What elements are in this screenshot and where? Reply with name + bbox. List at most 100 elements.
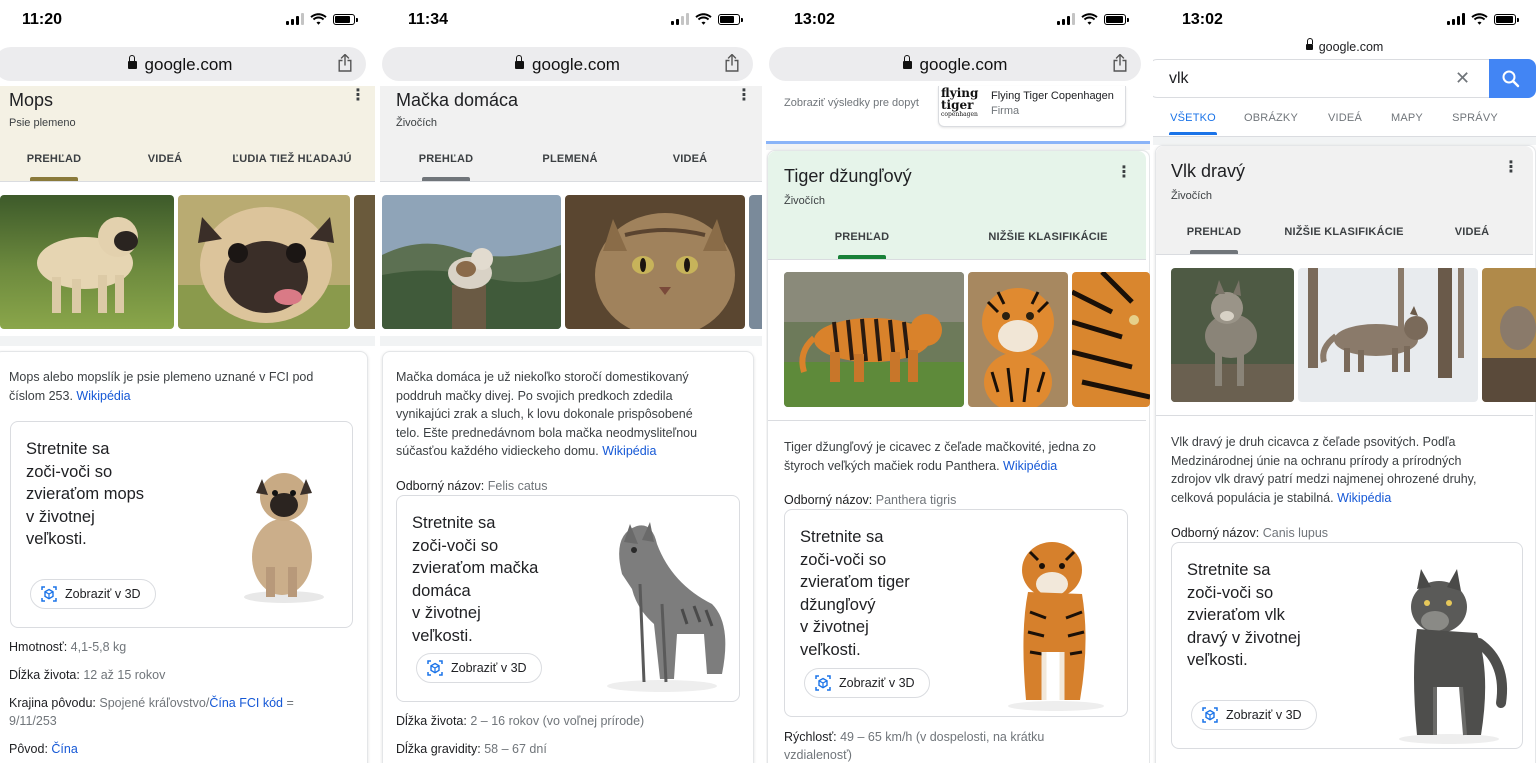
- tab-breeds[interactable]: PLEMENÁ: [530, 153, 610, 165]
- pug-photo-standing[interactable]: [0, 195, 174, 329]
- tiger-photo-walking[interactable]: [784, 272, 964, 407]
- tab-overview[interactable]: PREHĽAD: [826, 231, 898, 243]
- tab-images[interactable]: OBRÁZKY: [1241, 112, 1301, 124]
- meet-in-3d-card[interactable]: Stretnite sa zoči-voči so zvieraťom mačk…: [396, 495, 740, 702]
- tab-videos[interactable]: VIDEÁ: [130, 153, 200, 165]
- wikipedia-link[interactable]: Wikipédia: [602, 444, 656, 458]
- fact-link[interactable]: Čína FCI kód: [209, 696, 283, 710]
- business-name: Flying Tiger Copenhagen: [991, 90, 1114, 102]
- meet-in-3d-card[interactable]: Stretnite sa zoči-voči so zvieraťom mops…: [10, 421, 353, 628]
- fact-label: Odborný názov:: [1171, 526, 1260, 540]
- tab-overview[interactable]: PREHĽAD: [18, 153, 90, 165]
- fact-scientific-name: Odborný názov: Felis catus: [396, 477, 547, 495]
- more-vert-icon[interactable]: ⋮: [1116, 165, 1132, 181]
- wikipedia-link[interactable]: Wikipédia: [1337, 491, 1391, 505]
- signal-icon: [286, 13, 304, 25]
- status-bar: 11:20: [0, 0, 375, 42]
- fact-label: Odborný názov:: [784, 493, 873, 507]
- tab-videos[interactable]: VIDEÁ: [655, 153, 725, 165]
- meet-line: Stretnite sa: [800, 528, 884, 546]
- fact-weight: Hmotnosť: 4,1-5,8 kg: [9, 638, 126, 656]
- pug-photo-face[interactable]: [178, 195, 350, 329]
- phone-panel-wolf: 13:02 google.com vlk ✕ VŠETKO OBRÁZKY VI…: [1153, 0, 1536, 763]
- tab-subclassifications[interactable]: NIŽŠIE KLASIFIKÁCIE: [1274, 226, 1414, 238]
- description-line: celková populácia je stabilná.: [1171, 490, 1334, 505]
- tab-maps[interactable]: MAPY: [1387, 112, 1427, 124]
- description-line: poddruh mačky divej. Po svojich predkoch…: [396, 388, 673, 403]
- tab-news[interactable]: SPRÁVY: [1449, 112, 1501, 124]
- search-input[interactable]: vlk: [1169, 70, 1189, 88]
- wolf-3d-model[interactable]: [1377, 563, 1517, 745]
- active-tab-indicator: [1169, 132, 1217, 135]
- address-bar[interactable]: google.com: [0, 47, 366, 81]
- wolf-photo-snow[interactable]: [1298, 268, 1478, 402]
- more-vert-icon[interactable]: ⋮: [350, 88, 366, 104]
- fact-value: 9/11/253: [9, 714, 57, 728]
- description-line: štyroch veľkých mačiek rodu Panthera.: [784, 458, 1000, 473]
- wikipedia-link[interactable]: Wikipédia: [76, 389, 130, 403]
- phone-panel-pug: 11:20 google.com Mops Psie plemeno ⋮ PRE…: [0, 0, 375, 763]
- search-button[interactable]: [1489, 59, 1536, 98]
- fact-value: Panthera tigris: [875, 493, 957, 507]
- fact-label: Odborný názov:: [396, 479, 485, 493]
- status-bar: 13:02: [1153, 0, 1536, 38]
- address-bar-compact[interactable]: google.com: [1153, 38, 1536, 54]
- view-in-3d-button[interactable]: Zobraziť v 3D: [416, 653, 542, 683]
- pug-3d-model[interactable]: [226, 457, 336, 607]
- wolf-photo-3[interactable]: [1482, 268, 1536, 402]
- view-in-3d-button[interactable]: Zobraziť v 3D: [30, 579, 156, 609]
- tab-subclassifications[interactable]: NIŽŠIE KLASIFIKÁCIE: [978, 231, 1118, 243]
- meet-in-3d-card[interactable]: Stretnite sa zoči-voči so zvieraťom vlk …: [1171, 542, 1523, 749]
- cat-photo-face[interactable]: [565, 195, 745, 329]
- cat-photo-outdoor[interactable]: [382, 195, 561, 329]
- meet-in-3d-card[interactable]: Stretnite sa zoči-voči so zvieraťom tige…: [784, 509, 1128, 717]
- meet-line: veľkosti.: [1187, 651, 1248, 669]
- status-time: 13:02: [1182, 11, 1223, 28]
- tab-videos[interactable]: VIDEÁ: [1325, 112, 1365, 124]
- view-in-3d-button[interactable]: Zobraziť v 3D: [804, 668, 930, 698]
- logo-word: tiger: [941, 98, 974, 112]
- meet-line: zvieraťom mačka: [412, 559, 539, 577]
- flying-tiger-chip[interactable]: flying tiger copenhagen Flying Tiger Cop…: [938, 86, 1126, 127]
- previous-result-strip: Zobraziť výsledky pre dopyt flying tiger…: [766, 86, 1150, 142]
- cat-photo-3[interactable]: [749, 195, 762, 329]
- tab-all[interactable]: VŠETKO: [1169, 112, 1217, 124]
- kp-subtitle: Živočích: [784, 195, 825, 207]
- fact-link[interactable]: Čína: [51, 742, 77, 756]
- cat-3d-model[interactable]: [582, 514, 737, 694]
- tab-people-also-search[interactable]: ĽUDIA TIEŽ HĽADAJÚ: [222, 153, 362, 165]
- more-vert-icon[interactable]: ⋮: [736, 88, 752, 104]
- tiger-photo-3[interactable]: [1072, 272, 1150, 407]
- search-box[interactable]: vlk ✕: [1153, 59, 1529, 98]
- business-type: Firma: [991, 105, 1020, 117]
- meet-line: Stretnite sa: [1187, 561, 1271, 579]
- wolf-photo-standing[interactable]: [1171, 268, 1294, 402]
- share-icon[interactable]: [1113, 54, 1127, 72]
- address-bar[interactable]: google.com: [382, 47, 753, 81]
- phone-panel-tiger: 13:02 google.com Zobraziť výsledky pre d…: [766, 0, 1150, 763]
- tab-videos[interactable]: VIDEÁ: [1442, 226, 1502, 238]
- share-icon[interactable]: [338, 54, 352, 72]
- fact-value: 4,1-5,8 kg: [70, 640, 127, 654]
- close-icon[interactable]: ✕: [1455, 68, 1470, 89]
- tab-overview[interactable]: PREHĽAD: [1178, 226, 1250, 238]
- fact-value: Canis lupus: [1262, 526, 1329, 540]
- kp-subtitle: Živočích: [1171, 190, 1212, 202]
- fact-lifespan: Dĺžka života: 2 – 16 rokov (vo voľnej pr…: [396, 712, 644, 730]
- kp-subtitle: Psie plemeno: [9, 117, 76, 129]
- description-line: Vlk dravý je druh cicavca z čeľade psovi…: [1171, 435, 1456, 449]
- view-in-3d-button[interactable]: Zobraziť v 3D: [1191, 700, 1317, 730]
- signal-icon: [1057, 13, 1075, 25]
- tab-overview[interactable]: PREHĽAD: [410, 153, 482, 165]
- fact-label: Rýchlosť:: [784, 730, 837, 744]
- address-bar[interactable]: google.com: [769, 47, 1141, 81]
- pug-photo-3[interactable]: [354, 195, 375, 329]
- tiger-photo-sitting[interactable]: [968, 272, 1068, 407]
- wikipedia-link[interactable]: Wikipédia: [1003, 459, 1057, 473]
- url-text: google.com: [919, 55, 1008, 74]
- tiger-3d-model[interactable]: [990, 532, 1125, 712]
- meet-line: zoči-voči so: [412, 536, 499, 555]
- more-vert-icon[interactable]: ⋮: [1503, 160, 1519, 176]
- share-icon[interactable]: [725, 54, 739, 72]
- kp-title: Vlk dravý: [1171, 161, 1246, 181]
